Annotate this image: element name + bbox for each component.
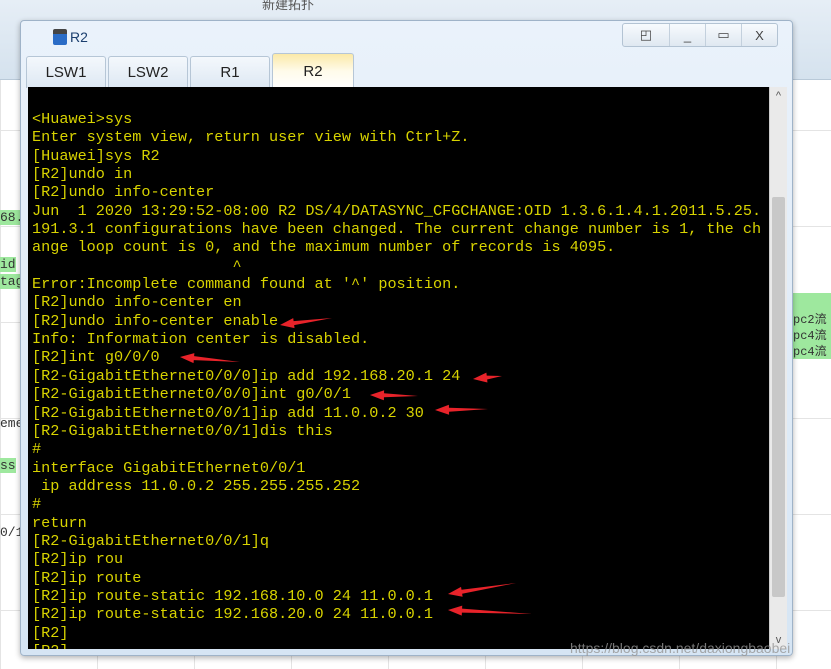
terminal-line: Jun 1 2020 13:29:52-08:00 R2 DS/4/DATASY… <box>32 201 762 220</box>
canvas-label: id <box>0 257 16 272</box>
terminal-line: [R2]ip rou <box>32 550 124 569</box>
canvas-label: pc2流 <box>793 313 827 327</box>
tab-r2[interactable]: R2 <box>272 53 354 88</box>
router-icon <box>53 29 67 45</box>
terminal-line: [R2]undo info-center <box>32 183 215 202</box>
terminal-text: <Huawei>sys Enter system view, return use… <box>28 87 769 649</box>
watermark: https://blog.csdn.net/daxiongbaobei <box>570 640 791 656</box>
terminal-line: 191.3.1 configurations have been changed… <box>32 220 762 239</box>
scroll-thumb[interactable] <box>772 197 785 597</box>
terminal-line: ange loop count is 0, and the maximum nu… <box>32 238 616 257</box>
terminal-line: interface GigabitEthernet0/0/1 <box>32 458 306 477</box>
terminal-line: [R2]ip route <box>32 568 142 587</box>
terminal-line: # <box>32 440 42 459</box>
scroll-up-button[interactable]: ^ <box>770 87 787 105</box>
terminal-line: ^ <box>32 256 242 275</box>
terminal-line: [R2-GigabitEthernet0/0/1]ip add 11.0.0.2… <box>32 403 424 422</box>
canvas-label: pc4流 <box>793 329 827 343</box>
topology-title: 新建拓扑 <box>262 0 315 12</box>
tab-r1[interactable]: R1 <box>190 56 270 88</box>
window-controls: ◰ _ ▭ X <box>622 23 778 47</box>
maximize-button[interactable]: ▭ <box>705 24 741 46</box>
close-button[interactable]: X <box>741 24 777 46</box>
terminal-line: [R2-GigabitEthernet0/0/1]dis this <box>32 421 333 440</box>
terminal-line: [R2-GigabitEthernet0/0/1]q <box>32 531 269 550</box>
terminal-line: [R2]undo in <box>32 165 133 184</box>
canvas-label: ss <box>0 458 16 473</box>
restore-button[interactable]: ◰ <box>623 24 669 46</box>
terminal-line: return <box>32 513 87 532</box>
canvas-label: pc4流 <box>793 345 827 359</box>
window-title-text: R2 <box>70 29 88 45</box>
terminal-line: [R2-GigabitEthernet0/0/0]int g0/0/1 <box>32 385 351 404</box>
terminal-line: [R2]int g0/0/0 <box>32 348 160 367</box>
terminal-line: Info: Information center is disabled. <box>32 330 370 349</box>
console-window: R2 ◰ _ ▭ X LSW1 LSW2 R1 R2 <Huawei>sys En… <box>20 20 793 656</box>
terminal-line: Error:Incomplete command found at '^' po… <box>32 275 461 294</box>
terminal-line: [R2]ip route-static 192.168.10.0 24 11.0… <box>32 586 434 605</box>
terminal-line: [R2-GigabitEthernet0/0/0]ip add 192.168.… <box>32 366 461 385</box>
terminal-output[interactable]: <Huawei>sys Enter system view, return use… <box>28 87 769 649</box>
terminal-scrollbar[interactable]: ^ v <box>769 87 787 649</box>
terminal-line: [R2]undo info-center en <box>32 293 242 312</box>
terminal-line: [R2]ip route-static 192.168.20.0 24 11.0… <box>32 605 434 624</box>
terminal-line: [Huawei]sys R2 <box>32 146 160 165</box>
tab-lsw2[interactable]: LSW2 <box>108 56 188 88</box>
terminal-line: [R2]undo info-center enable <box>32 311 279 330</box>
tab-lsw1[interactable]: LSW1 <box>26 56 106 88</box>
terminal-line: <Huawei>sys <box>32 110 133 128</box>
device-tabs: LSW1 LSW2 R1 R2 <box>26 53 354 88</box>
terminal-line: ip address 11.0.0.2 255.255.255.252 <box>32 476 361 495</box>
terminal-line: Enter system view, return user view with… <box>32 128 470 147</box>
window-title: R2 <box>53 29 88 45</box>
terminal-line: # <box>32 495 42 514</box>
minimize-button[interactable]: _ <box>669 24 705 46</box>
